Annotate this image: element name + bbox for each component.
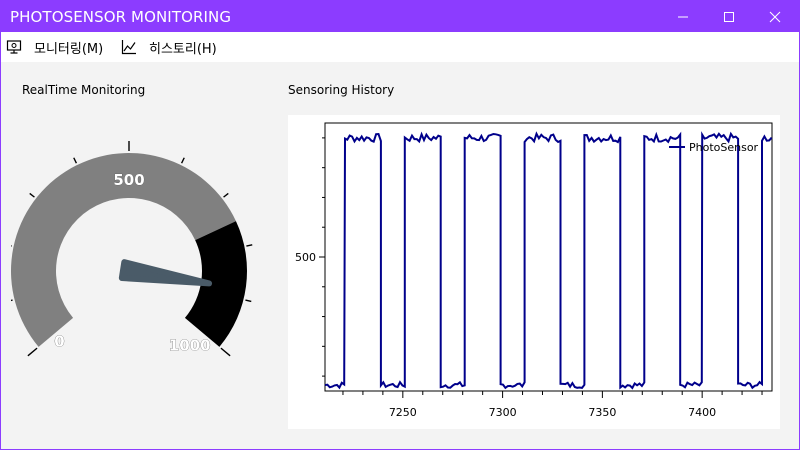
history-chart-svg: 7250 7300 7350 7400 500 PhotoSensor — [295, 122, 773, 419]
series-line-photosensor — [324, 131, 773, 390]
menu-bar: 모니터링(M) 히스토리(H) — [1, 32, 799, 62]
x-tick-label: 7350 — [588, 406, 616, 419]
gauge-tick-label-min: 0 — [54, 333, 64, 351]
x-tick-label: 7400 — [688, 406, 716, 419]
legend: PhotoSensor — [669, 141, 759, 154]
gauge-tick — [5, 244, 12, 247]
maximize-icon — [724, 11, 734, 22]
gauge-tick-label-max: 1000 — [169, 337, 211, 355]
menu-history-label: 히스토리(H) — [149, 41, 217, 57]
gauge-tick — [27, 347, 38, 357]
title-bar[interactable]: PHOTOSENSOR MONITORING — [1, 1, 799, 32]
y-minor-ticks — [319, 137, 325, 377]
line-chart-icon — [121, 40, 136, 55]
gauge-svg: 0 500 1000 — [5, 139, 253, 357]
menu-monitoring-label: 모니터링(M) — [34, 41, 104, 57]
x-tick-label: 7300 — [489, 406, 517, 419]
gauge-tick — [73, 157, 78, 164]
x-minor-ticks — [342, 391, 763, 398]
sensoring-history-label: Sensoring History — [288, 83, 395, 97]
monitor-icon — [6, 40, 22, 54]
app-window: PHOTOSENSOR MONITORING 모니터링(M) 히스토리(H) R… — [0, 0, 800, 450]
close-button[interactable] — [752, 1, 798, 32]
history-chart: 7250 7300 7350 7400 500 PhotoSensor — [288, 115, 780, 429]
gauge-tick — [6, 299, 13, 303]
maximize-button[interactable] — [706, 1, 752, 32]
realtime-monitoring-label: RealTime Monitoring — [22, 83, 146, 97]
y-tick-label: 500 — [295, 251, 316, 264]
gauge-tick — [220, 347, 231, 357]
y-tick-labels: 500 — [295, 251, 316, 264]
gauge-tick — [245, 299, 252, 303]
plot-frame — [324, 122, 773, 392]
window-title: PHOTOSENSOR MONITORING — [10, 8, 232, 26]
legend-label: PhotoSensor — [689, 141, 759, 154]
minimize-icon — [678, 16, 688, 17]
gauge-tick — [180, 157, 185, 164]
minimize-button[interactable] — [660, 1, 706, 32]
gauge-tick-label-mid: 500 — [113, 171, 144, 189]
menu-history[interactable]: 히스토리(H) — [121, 36, 217, 58]
gauge-tick — [246, 244, 253, 247]
gauge-needle — [118, 259, 213, 287]
menu-monitoring[interactable]: 모니터링(M) — [6, 36, 103, 58]
x-tick-labels: 7250 7300 7350 7400 — [389, 406, 716, 419]
radial-gauge: 0 500 1000 — [5, 139, 271, 401]
gauge-tick — [223, 192, 229, 198]
x-tick-label: 7250 — [389, 406, 417, 419]
close-icon — [769, 11, 781, 22]
gauge-tick — [29, 192, 35, 198]
